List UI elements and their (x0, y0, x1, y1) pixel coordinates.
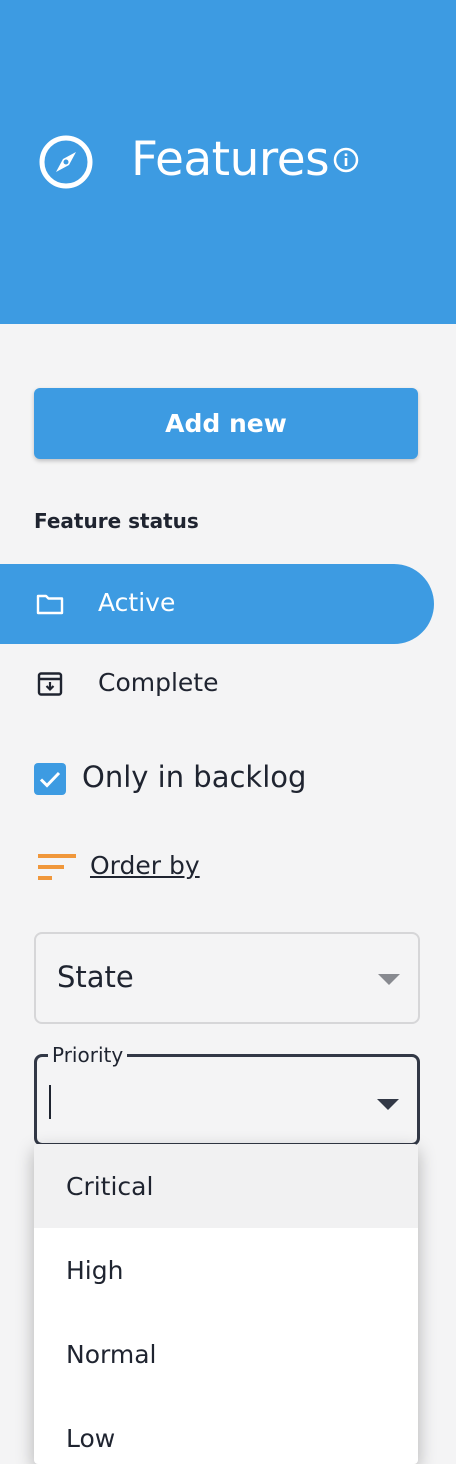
add-new-button[interactable]: Add new (34, 388, 418, 459)
priority-options-menu: Critical High Normal Low (34, 1144, 418, 1464)
priority-select[interactable] (34, 1054, 420, 1146)
only-in-backlog-checkbox[interactable] (34, 763, 66, 795)
state-select[interactable]: State (34, 932, 420, 1024)
priority-option[interactable]: Critical (34, 1144, 418, 1228)
compass-icon (39, 135, 93, 189)
nav-item-complete[interactable]: Complete (0, 644, 434, 724)
sort-icon (38, 854, 76, 880)
text-cursor (49, 1085, 51, 1119)
priority-option[interactable]: High (34, 1228, 418, 1312)
order-by-link[interactable]: Order by (90, 851, 200, 880)
chevron-down-icon (377, 1099, 399, 1110)
folder-icon (36, 594, 64, 615)
check-icon (39, 771, 61, 788)
info-icon[interactable] (332, 146, 360, 174)
only-in-backlog-label: Only in backlog (82, 760, 307, 794)
chevron-down-icon (378, 974, 400, 985)
nav-item-label: Active (98, 588, 176, 617)
archive-icon (37, 672, 63, 696)
priority-label: Priority (48, 1043, 128, 1067)
feature-status-heading: Feature status (34, 509, 199, 533)
nav-item-active[interactable]: Active (0, 564, 434, 644)
nav-item-label: Complete (98, 668, 219, 697)
header: Features (0, 0, 456, 324)
state-select-value: State (57, 960, 134, 994)
priority-option[interactable]: Normal (34, 1312, 418, 1396)
page-title: Features (131, 132, 330, 187)
